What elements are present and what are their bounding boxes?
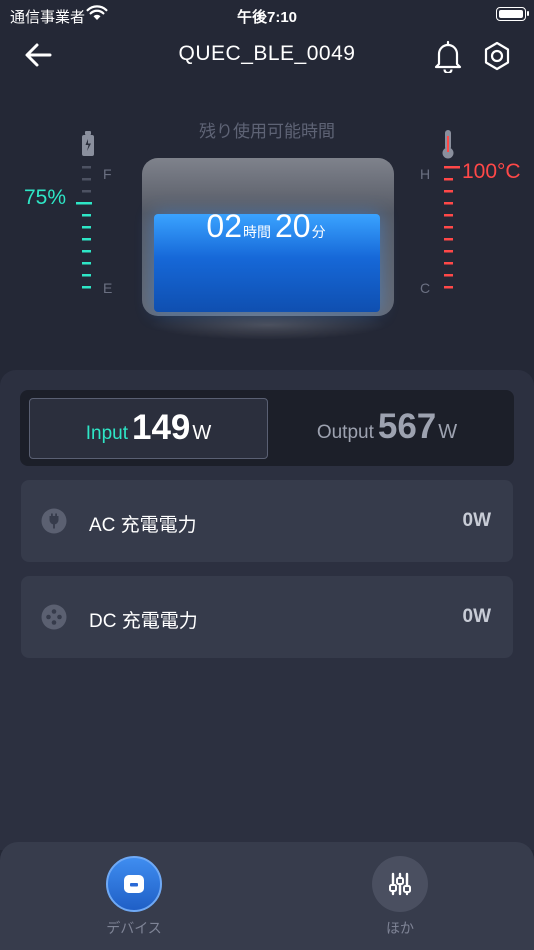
- battery-percent: 75%: [24, 186, 67, 209]
- battery-empty-letter: E: [103, 280, 113, 296]
- hours-value: 02: [206, 208, 242, 244]
- device-icon: [124, 875, 144, 893]
- battery-gauge-tick: [82, 190, 91, 193]
- nav-more-label: ほか: [386, 920, 414, 936]
- thermometer-icon: [442, 130, 454, 159]
- temperature-gauge-tick: [444, 190, 453, 193]
- temperature-gauge-tick: [444, 214, 453, 217]
- input-unit: W: [192, 422, 212, 444]
- temperature-gauge-tick: [444, 274, 453, 277]
- input-value: 149: [131, 408, 191, 447]
- output-value: 567: [377, 407, 437, 446]
- battery-gauge-tick: [82, 250, 91, 253]
- notifications-button[interactable]: [432, 39, 464, 75]
- battery-gauge-indicator: [76, 202, 92, 205]
- header: QUEC_BLE_0049: [0, 30, 534, 80]
- ac-charge-card[interactable]: AC 充電電力 0W: [21, 480, 513, 562]
- nav-devices-button[interactable]: [106, 856, 162, 912]
- battery-small-icon: [82, 131, 94, 156]
- temperature-gauge-tick: [444, 226, 453, 229]
- ac-charge-value: 0W: [462, 510, 492, 531]
- ac-charge-label: AC 充電電力: [89, 515, 197, 536]
- battery-gauge: [76, 166, 92, 289]
- nav-devices[interactable]: デバイス: [89, 856, 179, 946]
- battery-gauge-tick: [82, 286, 91, 289]
- battery-full-letter: F: [103, 166, 112, 182]
- output-tab[interactable]: Output 567 W: [268, 398, 506, 459]
- battery-gauge-tick: [82, 238, 91, 241]
- status-time: 午後7:10: [236, 9, 298, 26]
- temperature-gauge-indicator: [444, 166, 460, 169]
- battery-gauge-tick: [82, 166, 91, 169]
- minutes-value: 20: [275, 208, 311, 244]
- temperature-gauge-tick: [444, 262, 453, 265]
- nav-more[interactable]: ほか: [355, 856, 445, 946]
- battery-gauge-tick: [82, 274, 91, 277]
- battery-gauge-tick: [82, 262, 91, 265]
- battery-gauge-tick: [82, 214, 91, 217]
- temperature-gauge-tick: [444, 286, 453, 289]
- input-tab[interactable]: Input 149 W: [29, 398, 268, 459]
- sliders-icon: [389, 872, 411, 896]
- dc-plug-icon: [41, 604, 67, 630]
- output-label: Output: [316, 422, 374, 443]
- dc-charge-label: DC 充電電力: [89, 611, 198, 632]
- temperature-gauge-tick: [444, 250, 453, 253]
- dc-charge-value: 0W: [462, 606, 492, 627]
- input-label: Input: [85, 423, 128, 444]
- battery-status-icon: [496, 7, 529, 21]
- bell-icon: [434, 40, 462, 75]
- nav-devices-label: デバイス: [106, 920, 162, 936]
- temperature-value: 100°C: [462, 160, 521, 183]
- status-bar: 通信事業者 午後7:10: [0, 0, 534, 28]
- temperature-gauge: [444, 166, 460, 289]
- nav-more-button[interactable]: [372, 856, 428, 912]
- temperature-gauge-tick: [444, 202, 453, 205]
- battery-gauge-tick: [82, 178, 91, 181]
- hours-unit: 時間: [243, 224, 271, 240]
- remaining-time-readout: 02時間 20分: [138, 208, 398, 245]
- temp-high-letter: H: [420, 166, 431, 182]
- output-unit: W: [438, 421, 458, 443]
- ac-plug-icon: [41, 508, 67, 534]
- bottom-navigation: [0, 842, 534, 950]
- settings-button[interactable]: [481, 39, 513, 73]
- dc-charge-card[interactable]: DC 充電電力 0W: [21, 576, 513, 658]
- temperature-gauge-tick: [444, 238, 453, 241]
- minutes-unit: 分: [311, 224, 326, 240]
- temp-low-letter: C: [420, 280, 431, 296]
- battery-gauge-tick: [82, 226, 91, 229]
- gear-icon: [484, 41, 510, 71]
- temperature-gauge-tick: [444, 178, 453, 181]
